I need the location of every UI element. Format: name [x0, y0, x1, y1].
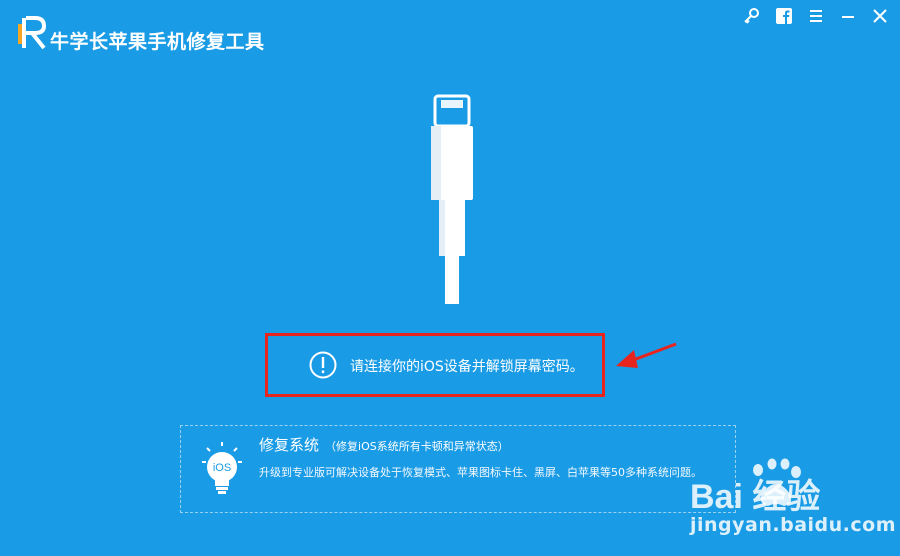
app-title: 牛学长苹果手机修复工具	[50, 31, 265, 53]
app-logo-icon	[18, 16, 47, 50]
connect-message: 请连接你的iOS设备并解锁屏幕密码。	[350, 359, 584, 375]
ios-badge: iOS	[213, 462, 231, 474]
key-icon[interactable]	[742, 6, 762, 26]
alert-icon	[309, 351, 337, 379]
menu-icon[interactable]	[806, 6, 826, 26]
watermark-url: jingyan.baidu.com	[690, 514, 896, 536]
repair-title: 修复系统	[259, 436, 320, 454]
repair-title-row: 修复系统 （修复iOS系统所有卡顿和异常状态）	[259, 434, 509, 455]
facebook-icon[interactable]	[774, 6, 794, 26]
repair-system-panel[interactable]: iOS 修复系统 （修复iOS系统所有卡顿和异常状态） 升级到专业版可解决设备处于…	[180, 425, 736, 513]
repair-description: 升级到专业版可解决设备处于恢复模式、苹果图标卡住、黑屏、白苹果等50多种系统问题…	[259, 466, 702, 479]
repair-subtitle: （修复iOS系统所有卡顿和异常状态）	[325, 440, 509, 453]
arrow-annotation	[616, 342, 677, 368]
watermark-logo-text: Bai 经验	[690, 477, 820, 514]
lightning-cable-illustration	[431, 94, 473, 304]
window-controls	[742, 6, 890, 26]
lightbulb-icon: iOS	[202, 442, 242, 494]
connect-device-notice: 请连接你的iOS设备并解锁屏幕密码。	[265, 333, 605, 397]
baidu-watermark-logo: Bai 经验	[690, 458, 820, 514]
minimize-icon[interactable]	[838, 6, 858, 26]
close-icon[interactable]	[870, 6, 890, 26]
